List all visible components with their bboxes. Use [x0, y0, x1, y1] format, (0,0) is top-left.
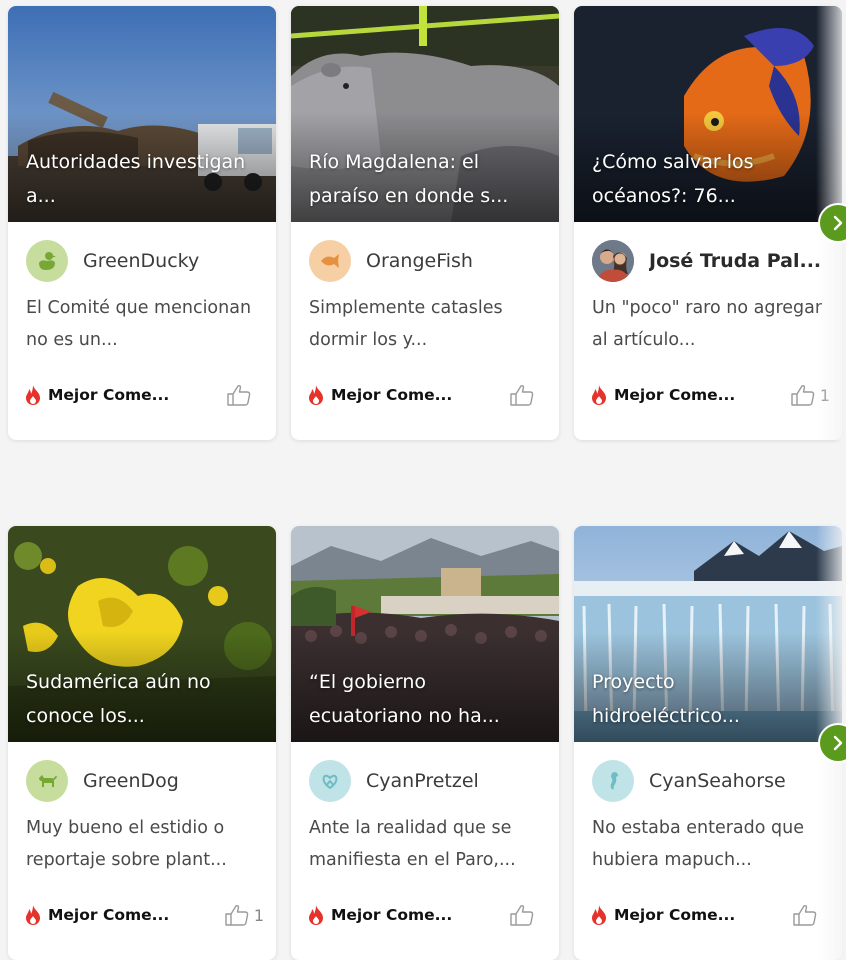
- article-title[interactable]: Río Magdalena: el paraíso en donde s...: [309, 145, 545, 213]
- thumbs-up-icon: [791, 384, 815, 406]
- fire-icon: [592, 385, 606, 405]
- best-comment-badge: Mejor Come...: [331, 906, 453, 924]
- comment-card[interactable]: Río Magdalena: el paraíso en donde s... …: [291, 6, 559, 440]
- best-comment-badge: Mejor Come...: [48, 906, 170, 924]
- chevron-right-icon: [833, 215, 843, 231]
- comment-author[interactable]: OrangeFish: [309, 239, 549, 283]
- username[interactable]: CyanPretzel: [366, 770, 479, 792]
- dog-icon: [26, 760, 68, 802]
- like-count: 1: [253, 905, 264, 925]
- thumbs-up-icon: [225, 904, 249, 926]
- like-button[interactable]: [509, 383, 547, 407]
- thumbs-up-icon: [510, 904, 534, 926]
- comment-text[interactable]: Ante la realidad que se manifiesta en el…: [309, 812, 543, 876]
- chevron-right-icon: [833, 735, 843, 751]
- comment-card[interactable]: “El gobierno ecuatoriano no ha... CyanPr…: [291, 526, 559, 960]
- best-comment-badge: Mejor Come...: [614, 906, 736, 924]
- fire-icon: [26, 905, 40, 925]
- article-title[interactable]: Autoridades investigan a...: [26, 145, 262, 213]
- card-footer: Mejor Come...: [307, 382, 547, 408]
- username[interactable]: CyanSeahorse: [649, 770, 786, 792]
- comment-text[interactable]: El Comité que mencionan no es un...: [26, 292, 260, 356]
- like-button[interactable]: [226, 383, 264, 407]
- username[interactable]: OrangeFish: [366, 250, 473, 272]
- fire-icon: [309, 905, 323, 925]
- thumbs-up-icon: [510, 384, 534, 406]
- pretzel-icon: [309, 760, 351, 802]
- card-footer: Mejor Come... 1: [590, 382, 830, 408]
- thumbs-up-icon: [227, 384, 251, 406]
- comment-card[interactable]: Sudamérica aún no conoce los... GreenDog…: [8, 526, 276, 960]
- username[interactable]: GreenDog: [83, 770, 179, 792]
- comment-author[interactable]: GreenDucky: [26, 239, 266, 283]
- seahorse-icon: [592, 760, 634, 802]
- comment-author[interactable]: GreenDog: [26, 759, 266, 803]
- comment-author[interactable]: José Truda Pal...: [592, 239, 832, 283]
- article-title[interactable]: Sudamérica aún no conoce los...: [26, 665, 262, 733]
- card-footer: Mejor Come... 1: [24, 902, 264, 928]
- comment-text[interactable]: Un "poco" raro no agregar al artículo...: [592, 292, 826, 356]
- fire-icon: [592, 905, 606, 925]
- duck-icon: [26, 240, 68, 282]
- fire-icon: [26, 385, 40, 405]
- card-footer: Mejor Come...: [307, 902, 547, 928]
- comment-author[interactable]: CyanSeahorse: [592, 759, 832, 803]
- username[interactable]: José Truda Pal...: [649, 250, 821, 272]
- comment-card[interactable]: Autoridades investigan a... GreenDucky E…: [8, 6, 276, 440]
- like-button[interactable]: [509, 903, 547, 927]
- profile-photo: [592, 240, 634, 282]
- username[interactable]: GreenDucky: [83, 250, 199, 272]
- thumbs-up-icon: [793, 904, 817, 926]
- best-comment-badge: Mejor Come...: [614, 386, 736, 404]
- comment-text[interactable]: Simplemente catasles dormir los y...: [309, 292, 543, 356]
- fire-icon: [309, 385, 323, 405]
- comment-text[interactable]: No estaba enterado que hubiera mapuch...: [592, 812, 826, 876]
- like-button[interactable]: 1: [224, 903, 264, 927]
- comment-card[interactable]: Proyecto hidroeléctrico... CyanSeahorse …: [574, 526, 842, 960]
- card-footer: Mejor Come...: [24, 382, 264, 408]
- best-comment-badge: Mejor Come...: [48, 386, 170, 404]
- comment-card[interactable]: ¿Cómo salvar los océanos?: 76... José Tr…: [574, 6, 842, 440]
- article-title[interactable]: Proyecto hidroeléctrico...: [592, 665, 828, 733]
- card-footer: Mejor Come...: [590, 902, 830, 928]
- comment-author[interactable]: CyanPretzel: [309, 759, 549, 803]
- best-comment-badge: Mejor Come...: [331, 386, 453, 404]
- article-title[interactable]: “El gobierno ecuatoriano no ha...: [309, 665, 545, 733]
- article-title[interactable]: ¿Cómo salvar los océanos?: 76...: [592, 145, 828, 213]
- fish-icon: [309, 240, 351, 282]
- comment-text[interactable]: Muy bueno el estidio o reportaje sobre p…: [26, 812, 260, 876]
